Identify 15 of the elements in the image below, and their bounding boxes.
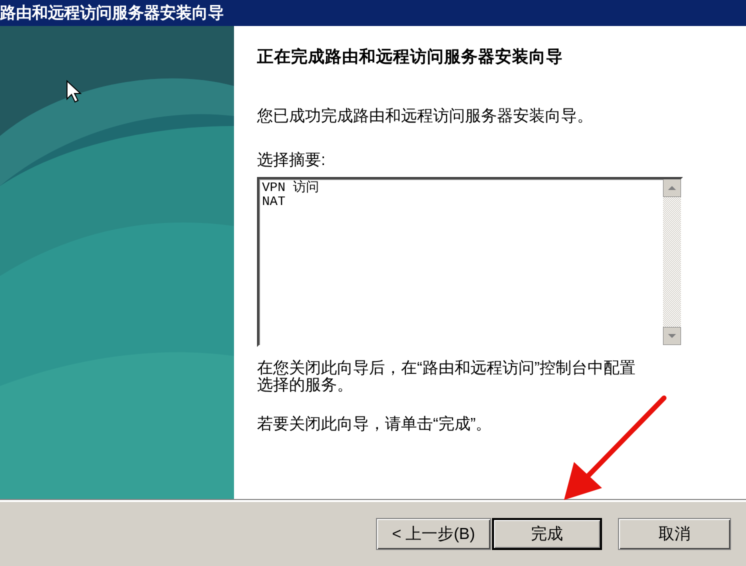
- intro-text: 您已成功完成路由和远程访问服务器安装向导。: [257, 108, 594, 126]
- summary-line: NAT: [262, 195, 286, 210]
- wizard-button[interactable]: < 上一步(B): [376, 518, 491, 550]
- close-hint-text: 若要关闭此向导，请单击“完成”。: [257, 416, 493, 435]
- window-title: 路由和远程访问服务器安装向导: [0, 0, 746, 26]
- wizard-heading: 正在完成路由和远程访问服务器安装向导: [257, 46, 564, 68]
- cursor-icon: [66, 80, 82, 104]
- summary-field[interactable]: VPN 访问 NAT: [257, 176, 683, 347]
- note-text: 在您关闭此向导后，在“路由和远程访问”控制台中配置选择的服务。: [257, 360, 637, 394]
- wizard-button[interactable]: 取消: [618, 518, 731, 550]
- wizard-button[interactable]: 完成: [492, 518, 602, 550]
- summary-line: VPN 访问: [262, 180, 320, 196]
- scroll-up-icon[interactable]: [663, 178, 681, 197]
- summary-label: 选择摘要:: [257, 152, 326, 171]
- scroll-down-icon[interactable]: [663, 326, 681, 345]
